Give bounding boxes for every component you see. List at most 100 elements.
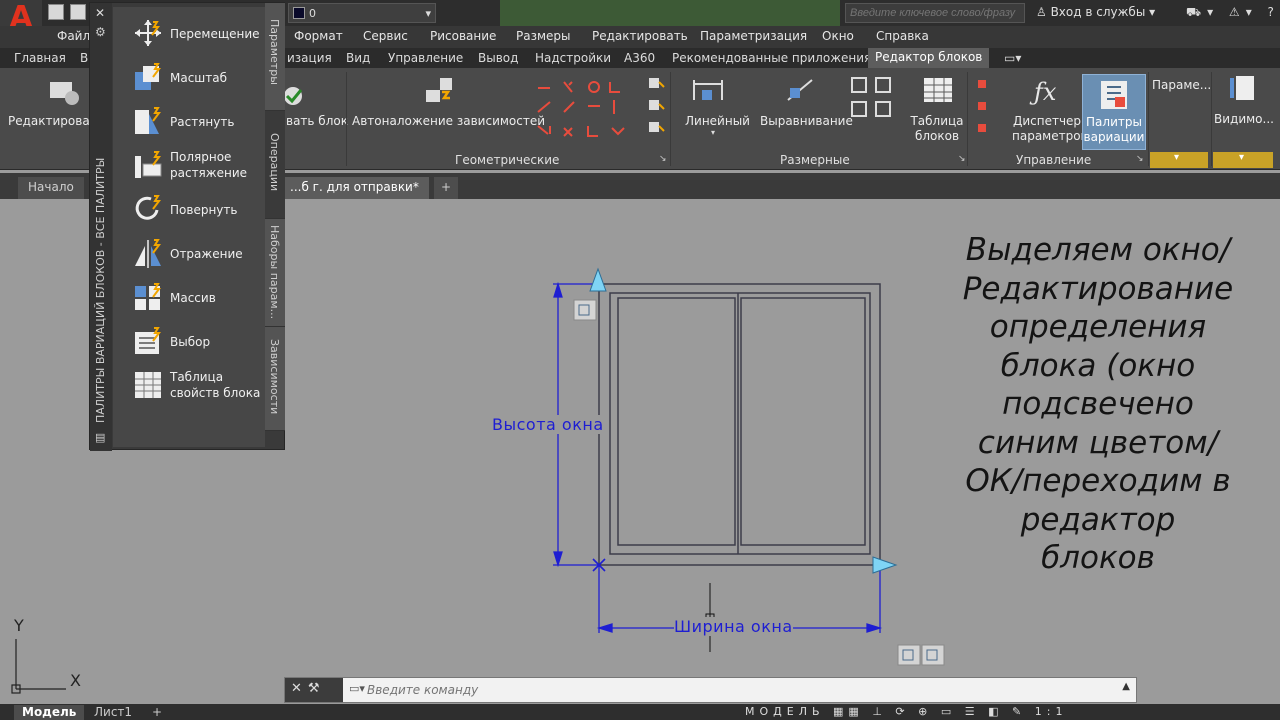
tab-constraints[interactable]: Зависимости bbox=[265, 327, 285, 431]
open-file-icon[interactable] bbox=[70, 4, 86, 20]
tab-parameters[interactable]: Параметры bbox=[265, 3, 285, 111]
width-grip[interactable] bbox=[872, 556, 898, 574]
palettes-icon bbox=[1101, 81, 1127, 109]
visibility-panel-dropdown[interactable]: ▾ bbox=[1213, 152, 1273, 168]
command-input[interactable] bbox=[367, 683, 1067, 697]
command-prompt-icon[interactable]: ▭▾ bbox=[349, 682, 365, 695]
new-file-icon[interactable] bbox=[48, 4, 64, 20]
geometric-constraints-icon[interactable] bbox=[536, 78, 626, 140]
transparency-icon[interactable]: ◧ bbox=[988, 705, 1003, 718]
menu-window[interactable]: Окно bbox=[822, 29, 854, 43]
tab-view[interactable]: Вид bbox=[346, 51, 370, 65]
palette-item-label: Полярное растяжение bbox=[170, 150, 247, 180]
tab-manage[interactable]: Управление bbox=[388, 51, 463, 65]
tab-insert[interactable]: В bbox=[80, 51, 88, 65]
cart-icon[interactable]: ⛟▾ ⚠▾ ? bbox=[1186, 5, 1280, 21]
height-grip[interactable] bbox=[589, 267, 607, 292]
chevron-down-icon[interactable]: ▾ bbox=[711, 128, 715, 137]
snap-icon[interactable]: ⊥ bbox=[872, 705, 887, 718]
note-line: определения bbox=[989, 309, 1207, 345]
tab-actions[interactable]: Операции bbox=[265, 111, 285, 219]
ribbon-options-icon[interactable]: ▭▾ bbox=[1004, 51, 1021, 65]
tab-drawing[interactable]: ...б г. для отправки* bbox=[280, 177, 429, 199]
close-icon[interactable]: ✕ bbox=[95, 6, 105, 20]
tab-a360[interactable]: A360 bbox=[624, 51, 655, 65]
palette-item-stretch[interactable]: Растянуть bbox=[113, 101, 265, 141]
signin-button[interactable]: ♙ Вход в службы ▾ bbox=[1036, 5, 1155, 19]
tab-layout1[interactable]: Лист1 bbox=[86, 705, 140, 720]
add-tab-button[interactable]: + bbox=[434, 177, 459, 199]
annotation-scale[interactable]: 1:1 bbox=[1035, 705, 1068, 718]
block-authoring-palettes-button[interactable]: Палитры вариации bbox=[1082, 74, 1146, 150]
palette-item-move[interactable]: Перемещение bbox=[113, 13, 265, 53]
tab-parametric[interactable]: изация bbox=[287, 51, 332, 65]
menu-draw[interactable]: Рисование bbox=[430, 29, 496, 43]
action-grip[interactable] bbox=[921, 644, 945, 666]
panel-separator bbox=[670, 72, 671, 166]
tab-addins[interactable]: Надстройки bbox=[535, 51, 611, 65]
palette-item-polar-stretch[interactable]: Полярное растяжение bbox=[113, 145, 265, 185]
flip-icon bbox=[135, 239, 161, 268]
palette-item-rotate[interactable]: Повернуть bbox=[113, 189, 265, 229]
show-constraints-icon[interactable] bbox=[647, 76, 667, 138]
menu-parametric[interactable]: Параметризация bbox=[700, 29, 807, 43]
tab-block-editor[interactable]: Редактор блоков bbox=[868, 48, 990, 68]
palette-item-flip[interactable]: Отражение bbox=[113, 233, 265, 273]
layer-dropdown[interactable]: 0 ▾ bbox=[288, 3, 436, 23]
palette-menu-icon[interactable]: ▤ bbox=[95, 431, 105, 444]
tab-start[interactable]: Начало bbox=[18, 177, 84, 199]
action-grip[interactable] bbox=[897, 644, 921, 666]
close-icon[interactable]: ✕ bbox=[291, 681, 308, 696]
palette-item-lookup[interactable]: Выбор bbox=[113, 321, 265, 361]
edit-block-button[interactable]: Редактироват bbox=[8, 114, 97, 129]
block-table-button[interactable]: Таблица блоков bbox=[908, 114, 966, 144]
palette-item-label: Масштаб bbox=[170, 71, 228, 85]
panel-expand-icon[interactable]: ↘ bbox=[1136, 154, 1144, 164]
palette-item-array[interactable]: Массив bbox=[113, 277, 265, 317]
menu-tools[interactable]: Сервис bbox=[363, 29, 408, 43]
palette-title-strip[interactable]: ✕ ⚙ ПАЛИТРЫ ВАРИАЦИЙ БЛОКОВ - ВСЕ ПАЛИТР… bbox=[90, 3, 112, 451]
polar-icon[interactable]: ⊕ bbox=[918, 705, 932, 718]
parameters-panel-button[interactable]: Параме... bbox=[1152, 78, 1211, 93]
menu-modify[interactable]: Редактировать bbox=[592, 29, 688, 43]
action-grip[interactable] bbox=[573, 299, 597, 321]
autoconstrain-button[interactable]: Автоналожение зависимостей bbox=[352, 114, 545, 129]
menu-format[interactable]: Формат bbox=[294, 29, 343, 43]
tab-output[interactable]: Вывод bbox=[478, 51, 518, 65]
chevron-up-icon[interactable]: ▲ bbox=[1122, 681, 1130, 692]
chevron-down-icon[interactable]: ▾ bbox=[425, 7, 431, 20]
visibility-button[interactable]: Видимо... bbox=[1214, 112, 1274, 127]
ortho-icon[interactable]: ⟳ bbox=[895, 705, 909, 718]
menu-file[interactable]: Файл bbox=[57, 29, 90, 43]
palette-item-label: Массив bbox=[170, 291, 216, 305]
panel-expand-icon[interactable]: ↘ bbox=[958, 154, 966, 164]
parameter-manager-button[interactable]: Диспетчер параметров bbox=[1012, 114, 1088, 144]
aligned-constraint-button[interactable]: Выравнивание bbox=[760, 114, 853, 129]
osnap-icon[interactable]: ▭ bbox=[941, 705, 956, 718]
tab-featured-apps[interactable]: Рекомендованные приложения bbox=[672, 51, 871, 65]
selection-cycling-icon[interactable]: ✎ bbox=[1012, 705, 1026, 718]
array-icon bbox=[135, 283, 161, 310]
add-layout-button[interactable]: + bbox=[144, 705, 170, 720]
dimensional-tools-icon[interactable] bbox=[850, 76, 896, 122]
menu-dimension[interactable]: Размеры bbox=[516, 29, 571, 43]
tab-model[interactable]: Модель bbox=[14, 705, 85, 720]
palette-item-properties-table[interactable]: Таблица свойств блока bbox=[113, 365, 265, 405]
model-space-button[interactable]: МОДЕЛЬ bbox=[745, 705, 825, 718]
manage-tools-icon[interactable] bbox=[974, 76, 994, 138]
search-input[interactable] bbox=[845, 3, 1025, 23]
palette-actions-list: Перемещение Масштаб Растянуть Полярное р… bbox=[113, 7, 265, 447]
wrench-icon[interactable]: ⚒ bbox=[308, 681, 326, 696]
tab-parameter-sets[interactable]: Наборы парам... bbox=[265, 219, 285, 327]
lineweight-icon[interactable]: ☰ bbox=[965, 705, 980, 718]
menu-help[interactable]: Справка bbox=[876, 29, 929, 43]
parameters-panel-dropdown[interactable]: ▾ bbox=[1150, 152, 1208, 168]
palette-item-scale[interactable]: Масштаб bbox=[113, 57, 265, 97]
tab-home[interactable]: Главная bbox=[14, 51, 66, 65]
palette-settings-icon[interactable]: ⚙ bbox=[95, 25, 106, 39]
linear-constraint-button[interactable]: Линейный bbox=[685, 114, 750, 129]
save-block-button[interactable]: вать блок bbox=[286, 114, 348, 129]
panel-expand-icon[interactable]: ↘ bbox=[659, 154, 667, 164]
window-block[interactable] bbox=[598, 283, 881, 566]
grid-icon[interactable]: ▦▦ bbox=[833, 705, 864, 718]
